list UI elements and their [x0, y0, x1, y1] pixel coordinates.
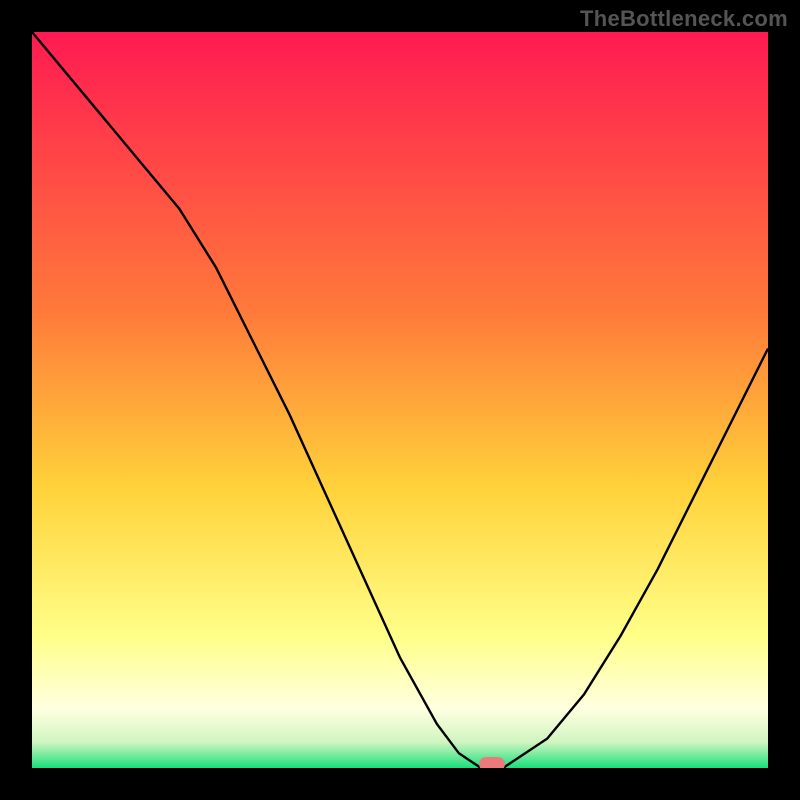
chart-container: TheBottleneck.com: [0, 0, 800, 800]
watermark-label: TheBottleneck.com: [580, 6, 788, 32]
optimal-point-marker: [479, 757, 505, 768]
plot-area: [32, 32, 768, 768]
bottleneck-curve: [32, 32, 768, 768]
